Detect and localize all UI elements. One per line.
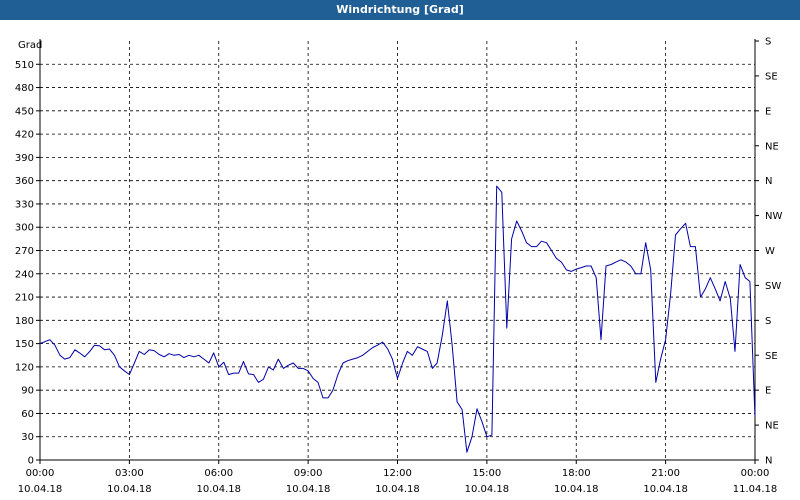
x-tick-time-label: 09:00	[294, 468, 323, 479]
x-tick-time-label: 21:00	[651, 468, 680, 479]
y-tick-label: 420	[15, 130, 34, 141]
y-tick-label: 90	[21, 386, 34, 397]
right-tick-label: SE	[765, 71, 778, 82]
x-tick-time-label: 00:00	[26, 468, 55, 479]
x-tick-date-label: 10.04.18	[286, 484, 331, 495]
y-tick-label: 240	[15, 269, 34, 280]
y-tick-label: 390	[15, 153, 34, 164]
y-tick-label: 0	[28, 456, 34, 467]
y-tick-label: 330	[15, 199, 34, 210]
y-tick-label: 450	[15, 106, 34, 117]
right-tick-label: NW	[765, 211, 782, 222]
chart-title: Windrichtung [Grad]	[0, 0, 800, 20]
x-axis: 00:00 10.04.18 03:00 10.04.18 06:00 10.04.18 0…	[18, 460, 778, 495]
y-tick-label: 150	[15, 339, 34, 350]
y-tick-label: 510	[15, 60, 34, 71]
x-tick-date-label: 10.04.18	[643, 484, 688, 495]
x-tick-time-label: 18:00	[562, 468, 591, 479]
y-axis-right: N NE E SE S SW W NW N NE E SE S	[755, 37, 782, 467]
right-tick-label: N	[765, 456, 772, 467]
x-tick-time-label: 12:00	[383, 468, 412, 479]
x-tick-date-label: 10.04.18	[107, 484, 152, 495]
x-tick-date-label: 11.04.18	[733, 484, 778, 495]
x-tick-date-label: 10.04.18	[18, 484, 63, 495]
x-tick-date-label: 10.04.18	[375, 484, 420, 495]
y-tick-label: 30	[21, 432, 34, 443]
right-tick-label: W	[765, 246, 775, 257]
y-tick-label: 300	[15, 223, 34, 234]
y-axis-label: Grad	[18, 40, 42, 51]
x-tick-time-label: 06:00	[204, 468, 233, 479]
right-tick-label: E	[765, 106, 771, 117]
x-tick-date-label: 10.04.18	[554, 484, 599, 495]
y-tick-label: 270	[15, 246, 34, 257]
right-tick-label: N	[765, 176, 772, 187]
right-tick-label: S	[765, 316, 771, 327]
x-tick-time-label: 03:00	[115, 468, 144, 479]
y-tick-label: 180	[15, 316, 34, 327]
y-tick-label: 480	[15, 83, 34, 94]
chart-plot: 0 30 60 90 120 150 180 210 240 270 300 330 360 390 420…	[15, 37, 783, 496]
y-tick-label: 60	[21, 409, 34, 420]
grid-lines	[40, 41, 755, 460]
right-tick-label: E	[765, 386, 771, 397]
y-tick-label: 360	[15, 176, 34, 187]
right-tick-label: NE	[765, 421, 779, 432]
right-tick-label: SW	[765, 281, 781, 292]
right-tick-label: S	[765, 37, 771, 48]
x-tick-time-label: 00:00	[741, 468, 770, 479]
y-axis-left: 0 30 60 90 120 150 180 210 240 270 300 330 360 390 420…	[15, 60, 40, 467]
x-tick-date-label: 10.04.18	[196, 484, 241, 495]
y-tick-label: 210	[15, 293, 34, 304]
y-tick-label: 120	[15, 362, 34, 373]
right-tick-label: SE	[765, 351, 778, 362]
x-tick-date-label: 10.04.18	[465, 484, 510, 495]
right-tick-label: NE	[765, 141, 779, 152]
x-tick-time-label: 15:00	[472, 468, 501, 479]
